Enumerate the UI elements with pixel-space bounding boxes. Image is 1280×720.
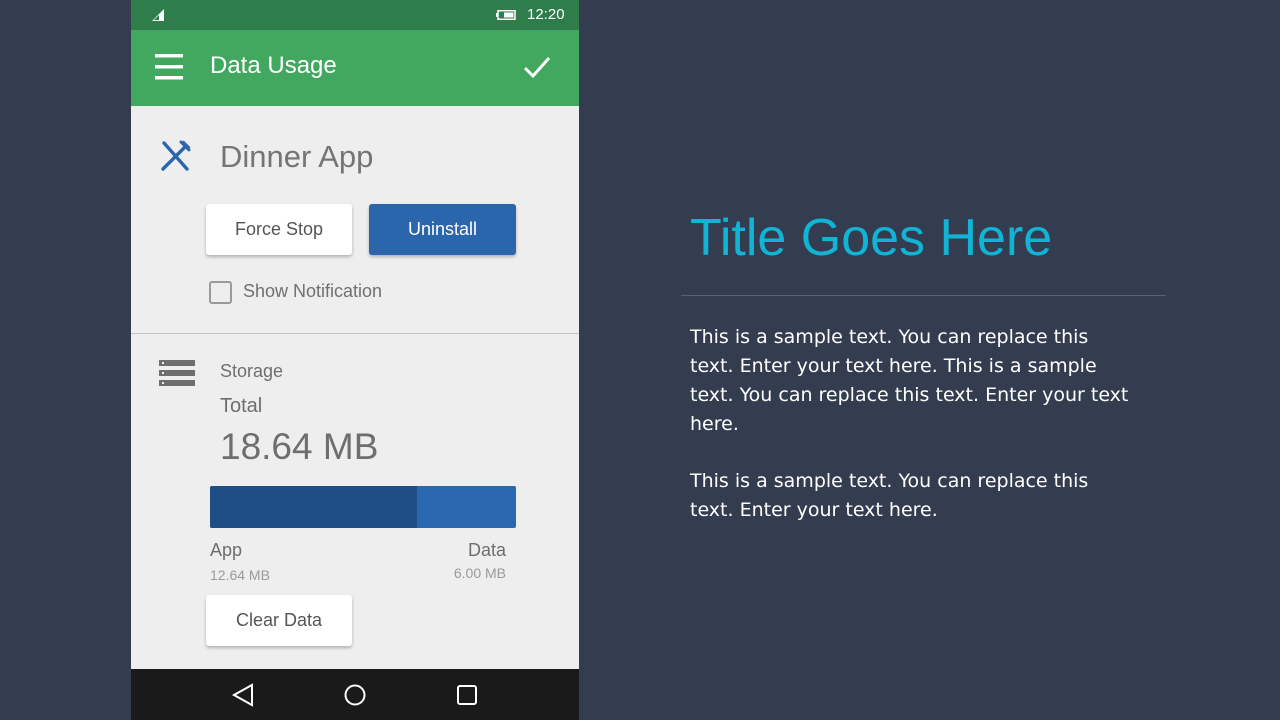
uninstall-button[interactable]: Uninstall: [369, 204, 516, 255]
total-value: 18.64 MB: [220, 426, 379, 467]
slide-paragraph: This is a sample text. You can replace t…: [690, 470, 1089, 521]
usage-bar-app-segment: [210, 486, 418, 528]
menu-icon[interactable]: [155, 53, 183, 81]
utensils-icon: [161, 140, 191, 171]
show-notification-label: Show Notification: [243, 281, 383, 301]
app-bar-title: Data Usage: [210, 52, 337, 79]
phone-screen: 12:20 Data Usage Dinner App Force Stop U…: [131, 0, 579, 720]
slide-paragraph: This is a sample text. You can replace t…: [690, 326, 1129, 435]
clear-data-button[interactable]: Clear Data: [206, 595, 352, 646]
slide-title: Title Goes Here: [690, 209, 1053, 267]
signal-icon: [152, 9, 164, 21]
storage-usage-bar: [210, 486, 516, 528]
total-label: Total: [220, 395, 263, 417]
storage-section: Storage Total 18.64 MB App Data 12.64 MB…: [131, 334, 579, 669]
back-icon[interactable]: [231, 683, 255, 707]
app-bar: Data Usage: [131, 30, 579, 106]
app-usage-label: App: [210, 540, 243, 560]
app-usage-size: 12.64 MB: [210, 567, 270, 583]
status-bar: 12:20: [131, 0, 579, 30]
slide-divider: [681, 295, 1166, 296]
force-stop-button[interactable]: Force Stop: [206, 204, 352, 255]
app-name: Dinner App: [220, 139, 374, 174]
show-notification-checkbox[interactable]: [209, 281, 232, 304]
app-info-section: Dinner App Force Stop Uninstall Show Not…: [131, 106, 579, 333]
storage-heading: Storage: [220, 361, 284, 381]
status-time: 12:20: [527, 6, 565, 23]
check-icon[interactable]: [523, 54, 551, 82]
storage-icon: [159, 360, 195, 386]
navigation-bar: [131, 669, 579, 720]
recent-apps-icon[interactable]: [455, 683, 479, 707]
battery-icon: [496, 10, 516, 20]
data-usage-size: 6.00 MB: [453, 565, 506, 581]
home-icon[interactable]: [343, 683, 367, 707]
data-usage-label: Data: [467, 540, 506, 560]
